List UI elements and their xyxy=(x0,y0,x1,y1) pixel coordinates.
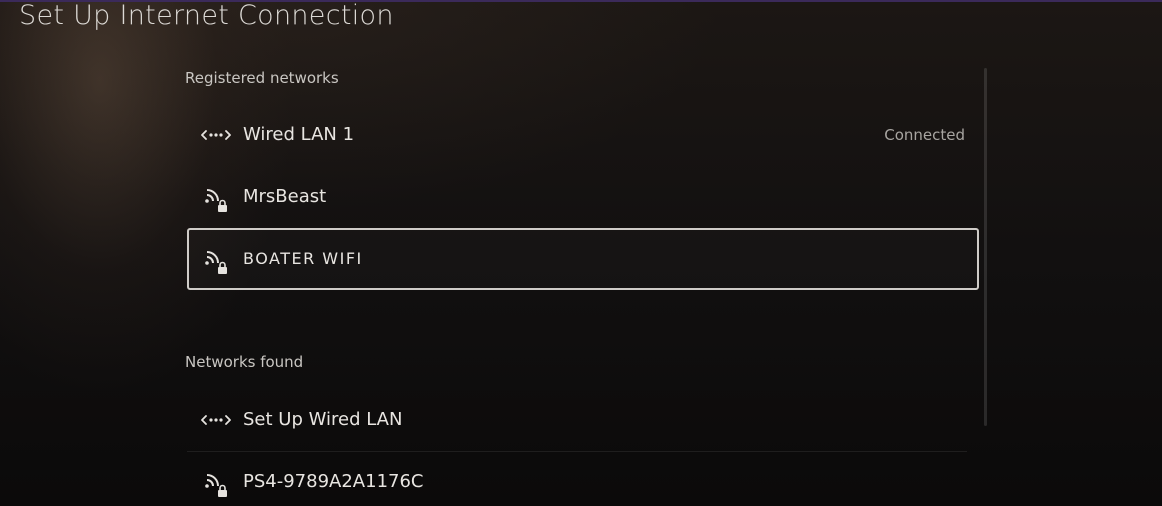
connection-status: Connected xyxy=(884,126,965,144)
wired-lan-icon xyxy=(201,415,231,425)
section-label-registered: Registered networks xyxy=(185,69,339,87)
network-row-wired-lan-1[interactable]: Wired LAN 1 Connected xyxy=(187,104,979,166)
network-row-mrsbeast[interactable]: MrsBeast xyxy=(187,166,979,228)
network-name: PS4-9789A2A1176C xyxy=(243,471,424,492)
network-name: Wired LAN 1 xyxy=(243,124,355,145)
network-name: Set Up Wired LAN xyxy=(243,409,403,430)
scrollbar[interactable] xyxy=(984,68,987,426)
page-title: Set Up Internet Connection xyxy=(19,0,394,31)
network-row-set-up-wired-lan[interactable]: Set Up Wired LAN xyxy=(187,389,979,451)
network-name: BOATER WIFI xyxy=(243,249,363,268)
wifi-locked-icon xyxy=(205,189,227,212)
wired-lan-icon xyxy=(201,130,231,140)
network-row-boater-wifi[interactable]: BOATER WIFI xyxy=(187,228,979,290)
section-label-found: Networks found xyxy=(185,353,304,371)
wifi-locked-icon xyxy=(205,251,227,274)
network-row-ps4[interactable]: PS4-9789A2A1176C xyxy=(187,451,979,506)
network-name: MrsBeast xyxy=(243,186,327,207)
wifi-locked-icon xyxy=(205,474,227,497)
